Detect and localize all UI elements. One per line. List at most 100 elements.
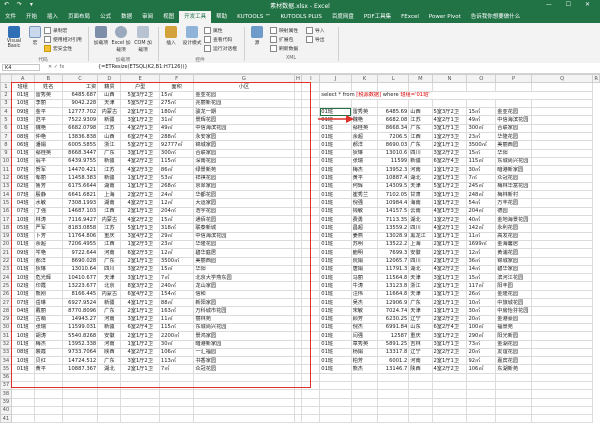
source-cell[interactable]: 李丽	[33, 98, 63, 109]
cell[interactable]	[301, 256, 321, 266]
cell[interactable]	[408, 405, 433, 416]
result-cell[interactable]: 友谊花园	[495, 347, 532, 358]
result-cell[interactable]: 7699.3	[377, 248, 410, 258]
cell[interactable]	[408, 414, 433, 423]
cell[interactable]	[530, 132, 594, 142]
result-cell[interactable]: 01班	[319, 140, 352, 150]
row-number[interactable]: 1	[0, 82, 12, 92]
source-header-cell[interactable]: 姓名	[33, 82, 63, 92]
result-cell[interactable]: 142㎡	[466, 223, 497, 233]
result-cell[interactable]: 12587	[377, 331, 410, 341]
source-cell[interactable]: 7㎡	[158, 364, 195, 374]
source-cell[interactable]: 殷静	[33, 190, 63, 200]
result-cell[interactable]: 3室2厅2卫	[431, 148, 468, 158]
result-cell[interactable]: 天津	[408, 273, 433, 283]
result-cell[interactable]: 7㎡	[466, 173, 497, 183]
cell[interactable]	[408, 82, 433, 92]
result-cell[interactable]: 8690.03	[377, 140, 410, 150]
result-cell[interactable]: 01班	[319, 156, 352, 167]
source-cell[interactable]: 江西	[97, 206, 122, 217]
cell[interactable]	[293, 256, 303, 266]
source-cell[interactable]: 31㎡	[158, 115, 195, 125]
result-cell[interactable]: 山西	[408, 107, 433, 117]
cell[interactable]	[301, 248, 321, 258]
tab-4[interactable]: 公式	[95, 11, 116, 23]
source-cell[interactable]: 23㎡	[158, 239, 195, 250]
source-cell[interactable]: 内蒙古	[97, 289, 122, 300]
cell[interactable]	[408, 397, 433, 407]
cell[interactable]	[293, 289, 303, 300]
source-cell[interactable]: 01班	[10, 148, 35, 158]
cell[interactable]	[530, 223, 594, 233]
cell[interactable]	[301, 364, 321, 374]
source-cell[interactable]: 10班	[10, 98, 35, 109]
cell[interactable]	[301, 281, 321, 291]
result-cell[interactable]: 2室1厅1卫	[431, 140, 468, 150]
source-header-cell[interactable]: 小区	[193, 82, 295, 92]
run-dialog-button[interactable]: 运行对话框	[204, 45, 237, 52]
result-cell[interactable]: 1室1厅1卫	[431, 306, 468, 316]
result-cell[interactable]: 13146.7	[377, 364, 410, 374]
source-cell[interactable]: 4室2厅3卫	[120, 165, 160, 175]
result-cell[interactable]: 江西	[408, 132, 433, 142]
result-cell[interactable]: 01班	[319, 356, 352, 366]
cell[interactable]	[530, 181, 594, 192]
cell[interactable]	[466, 372, 497, 383]
result-cell[interactable]: 245㎡	[466, 181, 497, 192]
result-cell[interactable]: 13010.6	[377, 148, 410, 158]
source-cell[interactable]: 204㎡	[158, 206, 195, 217]
result-cell[interactable]: 新疆	[408, 156, 433, 167]
source-cell[interactable]: 240㎡	[158, 281, 195, 291]
cell[interactable]	[377, 380, 410, 391]
result-cell[interactable]: 30㎡	[466, 165, 497, 175]
source-cell[interactable]: 9733.7064	[61, 347, 99, 358]
result-cell[interactable]: 7024.74	[377, 306, 410, 316]
cell[interactable]	[301, 190, 321, 200]
result-cell[interactable]: 01班	[319, 165, 352, 175]
source-cell[interactable]	[61, 414, 99, 423]
cell[interactable]	[293, 356, 303, 366]
cell[interactable]	[293, 165, 303, 175]
result-cell[interactable]: 13522.2	[377, 239, 410, 250]
source-cell[interactable]	[193, 372, 295, 383]
source-cell[interactable]: 04班	[10, 198, 35, 208]
row-number[interactable]: 12	[0, 173, 12, 183]
source-cell[interactable]	[61, 380, 99, 391]
source-cell[interactable]: 华隆花园	[193, 239, 295, 250]
source-cell[interactable]: 92777㎡	[158, 140, 195, 150]
row-number[interactable]: 19	[0, 231, 12, 241]
result-cell[interactable]: 云南	[408, 206, 433, 217]
row-number[interactable]: 11	[0, 165, 12, 175]
result-cell[interactable]: 高发花园	[495, 231, 532, 241]
source-cell[interactable]: 江苏	[97, 123, 122, 134]
result-cell[interactable]: 3室1厅1卫	[431, 190, 468, 200]
cell[interactable]	[431, 397, 468, 407]
result-cell[interactable]: 54㎡	[466, 198, 497, 208]
cell[interactable]	[431, 405, 468, 416]
export-button[interactable]: 导出	[306, 36, 325, 43]
result-cell[interactable]: 何辉	[350, 181, 379, 192]
result-cell[interactable]: 宋敏	[350, 306, 379, 316]
source-cell[interactable]	[33, 380, 63, 391]
result-cell[interactable]: 中房怡芬花园	[495, 306, 532, 316]
source-header-cell[interactable]: 班组	[10, 82, 35, 92]
result-cell[interactable]: 26㎡	[466, 289, 497, 300]
source-cell[interactable]	[120, 380, 160, 391]
row-number[interactable]: 35	[0, 364, 12, 374]
cell[interactable]	[293, 297, 303, 308]
source-cell[interactable]: 11㎡	[158, 314, 195, 324]
result-cell[interactable]: 01班	[319, 281, 352, 291]
source-cell[interactable]: 2室1厅1卫	[120, 206, 160, 217]
cell[interactable]	[301, 380, 321, 391]
cell[interactable]	[293, 248, 303, 258]
result-cell[interactable]: 德园	[495, 206, 532, 217]
source-cell[interactable]: 49㎡	[158, 123, 195, 134]
result-cell[interactable]: 01班	[319, 206, 352, 217]
worksheet-grid[interactable]: A B C D E F G H I J K L M N O P Q R 1 班组 姓名 工资 籍贯 户型 面积 小区 2 01班 雷秀英…	[0, 73, 600, 423]
source-cell[interactable]: 6室2厅3卫	[120, 248, 160, 258]
cell[interactable]	[293, 140, 303, 150]
row-number[interactable]: 15	[0, 198, 12, 208]
result-cell[interactable]: 23㎡	[466, 132, 497, 142]
cell[interactable]	[301, 82, 321, 92]
source-cell[interactable]: 10班	[10, 273, 35, 283]
